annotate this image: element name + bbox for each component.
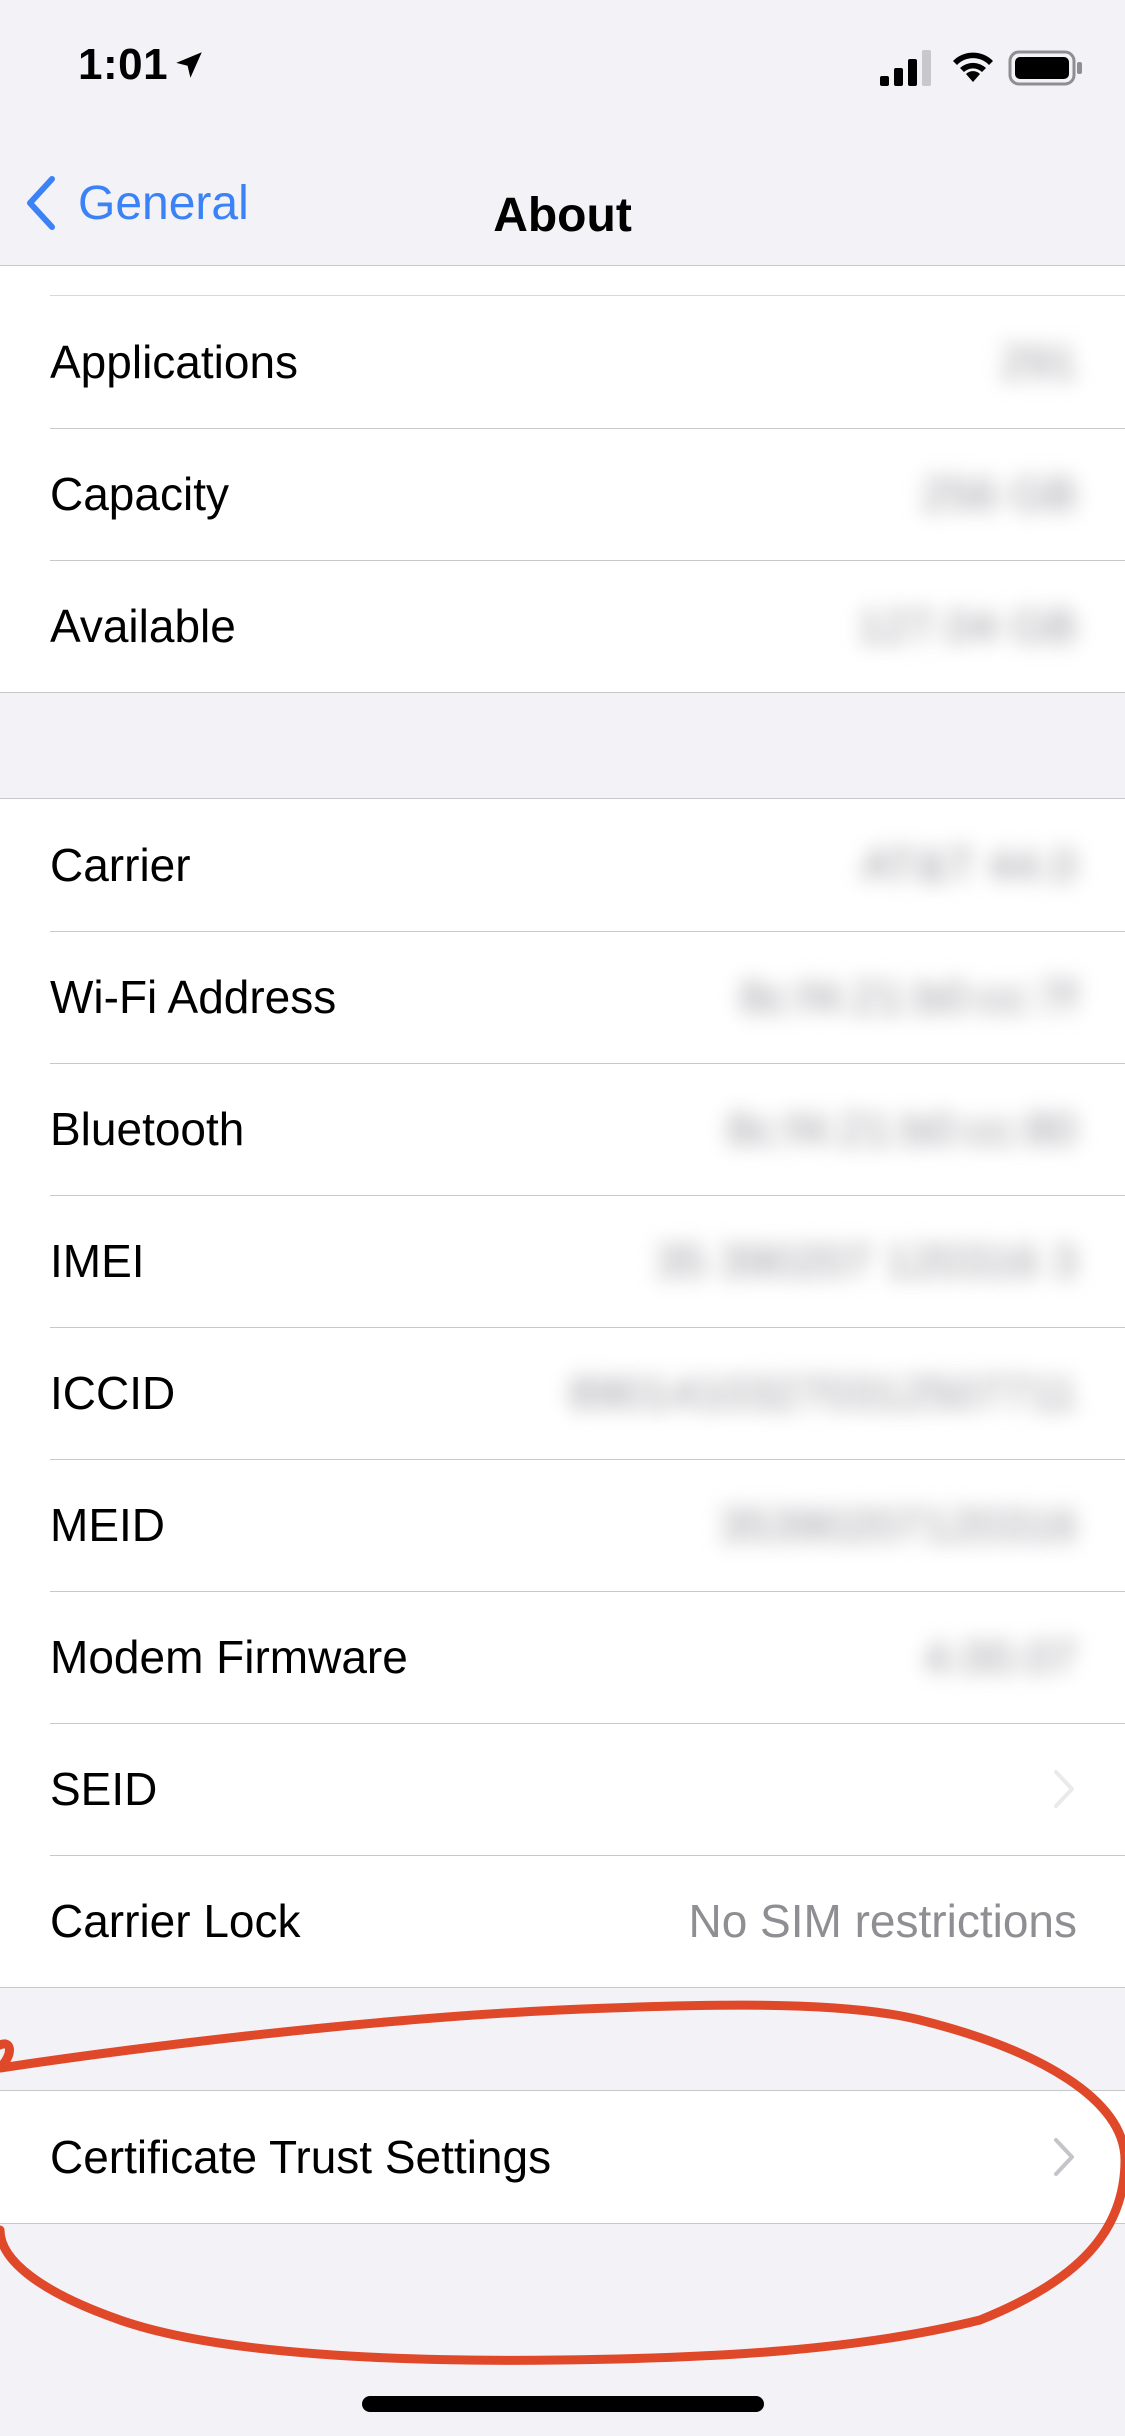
row-value: 8c:f4:21:b0:cc:7f bbox=[739, 971, 1077, 1023]
row-label: SEID bbox=[50, 1763, 158, 1815]
row-label: MEID bbox=[50, 1499, 165, 1551]
row-label: Bluetooth bbox=[50, 1103, 245, 1155]
row-iccid: ICCID 89014103270312507711 bbox=[0, 1327, 1125, 1459]
row-label: Modem Firmware bbox=[50, 1631, 408, 1683]
row-wifi-address: Wi-Fi Address 8c:f4:21:b0:cc:7f bbox=[0, 931, 1125, 1063]
row-label: Applications bbox=[50, 336, 299, 388]
row-value: 35390207120316 bbox=[718, 1499, 1077, 1551]
row-value: 256 GB bbox=[921, 468, 1077, 520]
chevron-right-icon bbox=[1054, 1770, 1074, 1808]
chevron-right-icon bbox=[1054, 2138, 1074, 2176]
row-certificate-trust-settings[interactable]: Certificate Trust Settings bbox=[0, 2091, 1125, 2223]
about-screen: 1:01 General About Applications 291 Capa… bbox=[0, 0, 1125, 2436]
row-value: 35 390207 120316 3 bbox=[654, 1235, 1077, 1287]
navigation-bar: General About bbox=[0, 140, 1125, 266]
home-indicator[interactable] bbox=[362, 2396, 764, 2412]
wifi-icon bbox=[953, 52, 993, 82]
row-value: No SIM restrictions bbox=[688, 1895, 1077, 1947]
page-title: About bbox=[493, 189, 632, 242]
row-imei: IMEI 35 390207 120316 3 bbox=[0, 1195, 1125, 1327]
row-value: 291 bbox=[1000, 336, 1077, 388]
info-group-certificates: Certificate Trust Settings bbox=[0, 2090, 1125, 2224]
row-meid: MEID 35390207120316 bbox=[0, 1459, 1125, 1591]
status-bar: 1:01 bbox=[0, 0, 1125, 140]
row-carrier: Carrier AT&T 44.0 bbox=[0, 799, 1125, 931]
location-arrow-icon bbox=[176, 52, 202, 78]
row-seid[interactable]: SEID bbox=[0, 1723, 1125, 1855]
row-capacity: Capacity 256 GB bbox=[0, 428, 1125, 560]
info-group-network: Carrier AT&T 44.0 Wi-Fi Address 8c:f4:21… bbox=[0, 798, 1125, 1988]
row-value: 89014103270312507711 bbox=[568, 1367, 1077, 1419]
row-value: 4.00.07 bbox=[923, 1631, 1077, 1683]
row-value: AT&T 44.0 bbox=[861, 839, 1077, 891]
row-label: IMEI bbox=[50, 1235, 145, 1287]
row-value: 127.04 GB bbox=[857, 600, 1077, 652]
row-carrier-lock: Carrier Lock No SIM restrictions bbox=[0, 1855, 1125, 1987]
row-label: ICCID bbox=[50, 1367, 176, 1419]
row-label: Capacity bbox=[50, 468, 229, 520]
row-bluetooth: Bluetooth 8c:f4:21:b0:cc:80 bbox=[0, 1063, 1125, 1195]
row-label: Certificate Trust Settings bbox=[50, 2131, 552, 2183]
battery-icon bbox=[1008, 50, 1082, 86]
row-available: Available 127.04 GB bbox=[0, 560, 1125, 692]
row-label: Carrier Lock bbox=[50, 1895, 301, 1947]
row-modem-firmware: Modem Firmware 4.00.07 bbox=[0, 1591, 1125, 1723]
row-label: Carrier bbox=[50, 839, 191, 891]
status-time: 1:01 bbox=[78, 40, 169, 89]
row-value: 8c:f4:21:b0:cc:80 bbox=[726, 1103, 1077, 1155]
info-group-storage: Applications 291 Capacity 256 GB Availab… bbox=[0, 266, 1125, 693]
row-label: Wi-Fi Address bbox=[50, 971, 337, 1023]
row-label: Available bbox=[50, 600, 236, 652]
row-applications: Applications 291 bbox=[0, 296, 1125, 428]
cellular-signal-icon bbox=[880, 50, 931, 86]
